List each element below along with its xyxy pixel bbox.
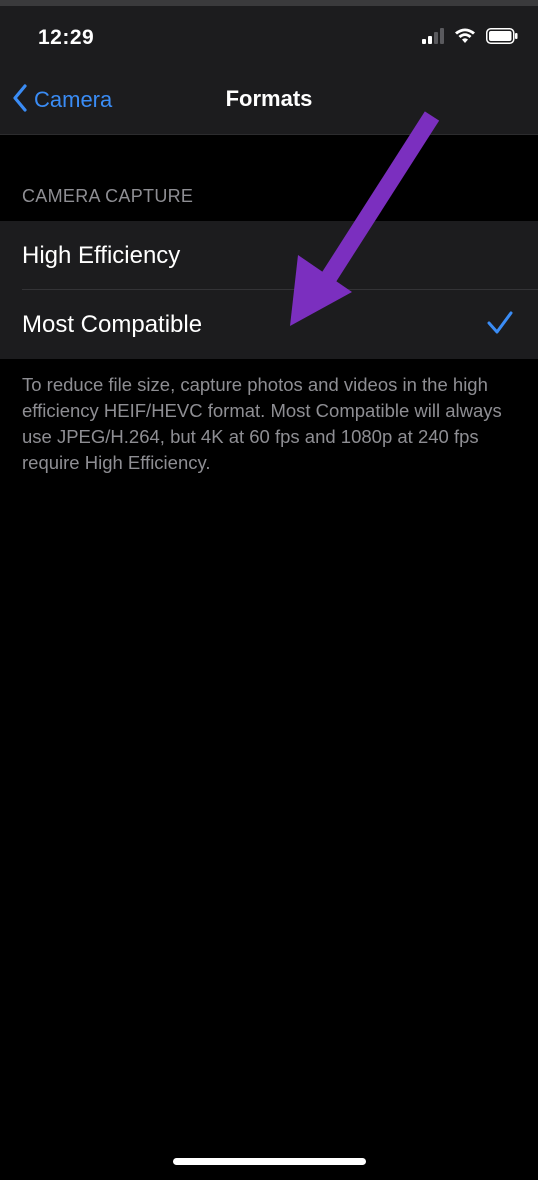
page-title: Formats: [225, 86, 313, 111]
status-bar: 12:29: [0, 6, 538, 66]
option-label: Most Compatible: [22, 310, 203, 338]
option-high-efficiency[interactable]: High Efficiency: [0, 221, 538, 290]
footer-description: To reduce file size, capture photos and …: [22, 374, 502, 473]
option-most-compatible[interactable]: Most Compatible: [0, 290, 538, 359]
option-label: High Efficiency: [22, 241, 181, 269]
section-header: CAMERA CAPTURE: [22, 186, 194, 206]
navigation-bar: Camera Formats: [0, 66, 538, 135]
home-indicator: [173, 1158, 366, 1165]
status-time: 12:29: [38, 26, 95, 49]
battery-icon: [486, 27, 518, 49]
checkmark-icon: [486, 310, 514, 341]
options-group: High Efficiency Most Compatible: [0, 221, 538, 359]
status-icons: [422, 27, 518, 49]
cellular-signal-icon: [422, 27, 444, 49]
wifi-icon: [454, 28, 476, 49]
